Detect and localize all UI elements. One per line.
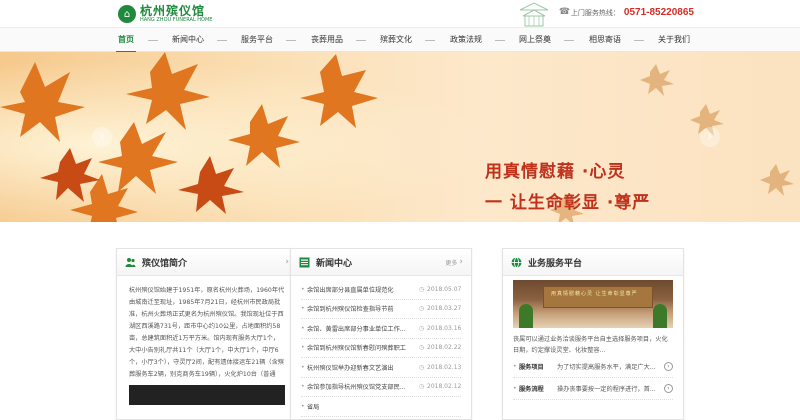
nav-item-services[interactable]: 服务平台 xyxy=(241,28,273,52)
site-logo[interactable]: ⌂ 杭州殡仪馆 HANG ZHOU FUNERAL HOME xyxy=(118,4,212,24)
intro-panel: 殡仪馆简介 › 杭州殡仪馆始建于1951年，原名杭州火葬场，1960年代由城南迁… xyxy=(116,248,298,420)
service-item-row[interactable]: • 服务流程 操办丧事要按一定的程序进行，首... › xyxy=(513,378,673,400)
service-item-value[interactable]: 为了切实提高服务水平，满足广大... xyxy=(557,362,664,371)
news-item-date: 2018.03.27 xyxy=(427,305,462,313)
news-item-date: 2018.03.16 xyxy=(427,324,462,332)
service-item-value[interactable]: 操办丧事要按一定的程序进行，首... xyxy=(557,384,664,393)
news-list: • 余馆出席部分县直属单位规范化 ◷ 2018.05.07 • 余馆到杭州殡仪馆… xyxy=(291,276,471,417)
news-item-title[interactable]: 省局 xyxy=(307,402,461,411)
service-description: 丧属可以通过业务洽谈服务平台自主选择服务项目，火化日期，约定撑设灵堂、化妆整容.… xyxy=(513,336,668,354)
news-panel: 新闻中心 更多 › • 余馆出席部分县直属单位规范化 ◷ 2018.05.07 … xyxy=(290,248,472,420)
newspaper-icon xyxy=(299,257,310,267)
nav-separator xyxy=(148,40,158,41)
news-item[interactable]: • 省局 xyxy=(301,397,461,417)
logo-emblem-icon: ⌂ xyxy=(118,5,136,23)
news-item[interactable]: • 余馆出席部分县直属单位规范化 ◷ 2018.05.07 xyxy=(301,280,461,300)
news-item-title[interactable]: 余馆出席部分县直属单位规范化 xyxy=(307,285,419,294)
banner-next-arrow-icon[interactable]: › xyxy=(700,127,720,147)
plant-decoration xyxy=(519,304,533,328)
clock-icon: ◷ xyxy=(419,344,425,352)
chevron-right-icon[interactable]: › xyxy=(285,257,289,267)
news-item-title[interactable]: 杭州殡仪馆举办迎新春文艺演出 xyxy=(307,363,419,372)
plant-decoration xyxy=(653,304,667,328)
nav-item-policies[interactable]: 政策法规 xyxy=(450,28,482,52)
service-panel-header: 业务服务平台 xyxy=(503,249,683,276)
service-panel: 业务服务平台 用真情慰藉心灵 让生命彰显尊严 丧属可以通过业务洽谈服务平台自主选… xyxy=(502,248,684,420)
main-nav: 首页 新闻中心 服务平台 丧葬用品 殡葬文化 政策法规 网上祭奠 相思寄语 关于… xyxy=(0,27,800,53)
intro-panel-header[interactable]: 殡仪馆简介 › xyxy=(117,249,297,276)
hotline-label: 上门服务热线： xyxy=(570,8,620,17)
nav-item-funeral-supplies[interactable]: 丧葬用品 xyxy=(311,28,343,52)
news-item-date: 2018.02.22 xyxy=(427,344,462,352)
nav-separator xyxy=(286,40,296,41)
phone-icon: ☎ xyxy=(558,7,571,17)
news-item-title[interactable]: 余馆到杭州殡仪馆新春慰问殡葬职工 xyxy=(307,343,419,352)
nav-item-news[interactable]: 新闻中心 xyxy=(172,28,204,52)
service-item-key: 服务项目 xyxy=(519,364,544,371)
nav-separator xyxy=(634,40,644,41)
clock-icon: ◷ xyxy=(419,324,425,332)
news-panel-header: 新闻中心 更多 › xyxy=(291,249,471,276)
chevron-right-icon[interactable]: › xyxy=(459,257,463,267)
nav-item-home[interactable]: 首页 xyxy=(116,28,136,53)
news-panel-title: 新闻中心 xyxy=(316,258,353,269)
site-header: ⌂ 杭州殡仪馆 HANG ZHOU FUNERAL HOME ☎ 上门服务热线：… xyxy=(0,0,800,27)
nav-separator xyxy=(356,40,366,41)
people-icon xyxy=(125,257,136,267)
maple-leaves-illustration xyxy=(0,52,800,222)
hotline-number[interactable]: 0571-85220865 xyxy=(624,7,694,18)
intro-text: 杭州殡仪馆始建于1951年，原名杭州火葬场，1960年代由城南迁至现址，1985… xyxy=(129,287,285,378)
news-item-date: 2018.02.13 xyxy=(427,363,462,371)
news-item[interactable]: • 余馆到杭州殡仪馆检查指导节前 ◷ 2018.03.27 xyxy=(301,300,462,319)
clock-icon: ◷ xyxy=(419,305,425,313)
news-item-title[interactable]: 余馆参加指导杭州殡仪馆党支部民... xyxy=(307,382,419,391)
nav-item-online-memorial[interactable]: 网上祭奠 xyxy=(519,28,551,52)
intro-image xyxy=(129,385,285,405)
logo-english-name: HANG ZHOU FUNERAL HOME xyxy=(140,17,213,23)
news-item[interactable]: • 余馆到杭州殡仪馆新春慰问殡葬职工 ◷ 2018.02.22 xyxy=(301,339,462,358)
nav-item-messages[interactable]: 相思寄语 xyxy=(589,28,621,52)
pavilion-illustration-icon xyxy=(519,2,549,27)
banner-slogan-line2: 一 让生命彰显 ·尊严 xyxy=(485,193,651,213)
chevron-right-icon[interactable]: › xyxy=(664,384,673,393)
banner-slogan-line1: 用真情慰藉 ·心灵 xyxy=(485,162,626,182)
news-item[interactable]: • 余馆参加指导杭州殡仪馆党支部民... ◷ 2018.02.12 xyxy=(301,378,462,397)
nav-item-about[interactable]: 关于我们 xyxy=(658,28,690,52)
service-hall-photo: 用真情慰藉心灵 让生命彰显尊严 xyxy=(513,280,673,328)
clock-icon: ◷ xyxy=(419,285,425,293)
clock-icon: ◷ xyxy=(419,383,425,391)
news-item-date: 2018.05.07 xyxy=(427,285,462,293)
news-item-title[interactable]: 余馆到杭州殡仪馆检查指导节前 xyxy=(307,304,419,313)
nav-separator xyxy=(425,40,435,41)
service-item-row[interactable]: • 服务项目 为了切实提高服务水平，满足广大... › xyxy=(513,356,673,378)
news-item-date: 2018.02.12 xyxy=(427,383,462,391)
banner-prev-arrow-icon[interactable]: ‹ xyxy=(92,127,112,147)
globe-icon xyxy=(511,256,522,268)
service-panel-title: 业务服务平台 xyxy=(528,258,583,269)
nav-separator xyxy=(564,40,574,41)
news-item-title[interactable]: 余馆、黄雷出席部分事业单位工作... xyxy=(307,324,419,333)
service-item-key: 服务流程 xyxy=(519,386,544,393)
news-item[interactable]: • 杭州殡仪馆举办迎新春文艺演出 ◷ 2018.02.13 xyxy=(301,358,461,378)
clock-icon: ◷ xyxy=(419,363,425,371)
news-item[interactable]: • 余馆、黄雷出席部分事业单位工作... ◷ 2018.03.16 xyxy=(301,319,461,339)
chevron-right-icon[interactable]: › xyxy=(664,362,673,371)
hotline: ☎ 上门服务热线： 0571-85220865 xyxy=(559,7,694,18)
hero-banner: ‹ › 用真情慰藉 ·心灵 一 让生命彰显 ·尊严 xyxy=(0,52,800,222)
nav-separator xyxy=(217,40,227,41)
nav-item-funeral-culture[interactable]: 殡葬文化 xyxy=(380,28,412,52)
logo-chinese-name: 杭州殡仪馆 xyxy=(140,4,206,18)
nav-separator xyxy=(495,40,505,41)
intro-panel-title: 殡仪馆简介 xyxy=(142,258,188,269)
hall-backdrop-text: 用真情慰藉心灵 让生命彰显尊严 xyxy=(551,291,638,297)
news-more-link[interactable]: 更多 xyxy=(445,258,457,267)
